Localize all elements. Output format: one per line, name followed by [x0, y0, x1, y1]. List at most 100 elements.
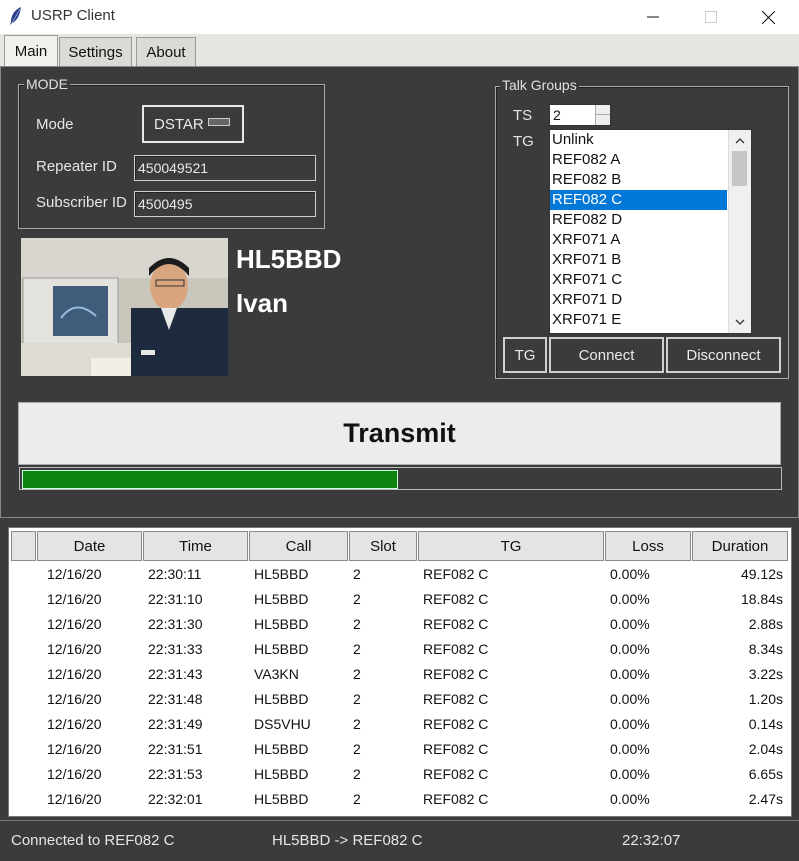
table-cell-time: 22:31:43 — [148, 666, 203, 682]
ts-value: 2 — [553, 107, 561, 123]
table-cell-tg: REF082 C — [423, 566, 489, 582]
table-cell-loss: 0.00% — [610, 591, 650, 607]
table-cell-duration: 0.14s — [748, 716, 783, 732]
minimize-button[interactable] — [630, 0, 676, 34]
table-cell-tg: REF082 C — [423, 691, 489, 707]
table-row[interactable] — [10, 637, 789, 662]
spinbox-arrows[interactable] — [595, 105, 610, 125]
table-cell-date: 12/16/20 — [47, 791, 102, 807]
maximize-button[interactable] — [688, 0, 734, 34]
table-cell-slot: 2 — [353, 716, 361, 732]
scroll-up-icon — [735, 138, 745, 144]
connect-button[interactable]: Connect — [549, 337, 664, 373]
table-row[interactable] — [10, 687, 789, 712]
tg-scroll-thumb[interactable] — [732, 151, 747, 186]
table-cell-call: HL5BBD — [254, 641, 309, 657]
table-cell-date: 12/16/20 — [47, 666, 102, 682]
tg-list-item[interactable]: REF082 A — [550, 150, 727, 170]
table-cell-slot: 2 — [353, 616, 361, 632]
tg-scrollbar[interactable] — [728, 130, 751, 333]
table-cell-tg: REF082 C — [423, 666, 489, 682]
table-cell-duration: 18.84s — [740, 591, 783, 607]
transmit-progress — [19, 467, 782, 490]
table-cell-time: 22:30:11 — [148, 566, 202, 582]
column-header-loss[interactable]: Loss — [605, 531, 691, 561]
profile-name: Ivan — [236, 288, 289, 318]
column-header-tg[interactable]: TG — [418, 531, 604, 561]
column-header-index[interactable] — [11, 531, 36, 561]
repeater-id-field[interactable]: 450049521 — [134, 155, 316, 181]
table-row[interactable] — [10, 787, 789, 812]
table-row[interactable] — [10, 662, 789, 687]
table-cell-duration: 49.12s — [740, 566, 783, 582]
transmit-progress-fill — [22, 470, 398, 489]
table-cell-time: 22:31:30 — [148, 616, 203, 632]
table-cell-call: HL5BBD — [254, 566, 309, 582]
tg-list-item[interactable]: XRF071 A — [550, 230, 727, 250]
tab-settings[interactable]: Settings — [59, 37, 132, 66]
maximize-icon — [705, 11, 717, 23]
table-cell-duration: 2.47s — [748, 791, 783, 807]
table-cell-loss: 0.00% — [610, 566, 650, 582]
table-cell-duration: 2.88s — [748, 616, 783, 632]
profile-callsign: HL5BBD — [236, 244, 342, 274]
column-header-slot[interactable]: Slot — [349, 531, 417, 561]
table-cell-tg: REF082 C — [423, 641, 489, 657]
table-cell-date: 12/16/20 — [47, 641, 102, 657]
tg-list-item[interactable]: Unlink — [550, 130, 727, 150]
disconnect-button[interactable]: Disconnect — [666, 337, 781, 373]
table-cell-call: HL5BBD — [254, 591, 309, 607]
transmit-button[interactable]: Transmit — [18, 402, 781, 465]
status-activity: HL5BBD -> REF082 C — [272, 832, 423, 849]
table-cell-call: HL5BBD — [254, 791, 309, 807]
table-row[interactable] — [10, 562, 789, 587]
tg-list-item[interactable]: XRF071 C — [550, 270, 727, 290]
tab-main[interactable]: Main — [4, 35, 58, 67]
table-cell-duration: 1.20s — [748, 691, 783, 707]
column-header-date[interactable]: Date — [37, 531, 142, 561]
table-cell-tg: REF082 C — [423, 741, 489, 757]
tg-list-item[interactable]: XRF071 B — [550, 250, 727, 270]
tg-label: TG — [513, 133, 534, 150]
subscriber-id-field[interactable]: 4500495 — [134, 191, 316, 217]
table-row[interactable] — [10, 712, 789, 737]
table-row[interactable] — [10, 612, 789, 637]
column-header-duration[interactable]: Duration — [692, 531, 788, 561]
table-row[interactable] — [10, 737, 789, 762]
tg-list-item[interactable]: REF082 C — [550, 190, 727, 210]
table-cell-loss: 0.00% — [610, 791, 650, 807]
tg-list-item[interactable]: XRF071 E — [550, 310, 727, 330]
table-cell-date: 12/16/20 — [47, 591, 102, 607]
table-cell-call: HL5BBD — [254, 691, 309, 707]
tg-listbox[interactable]: Unlink REF082 A REF082 B REF082 C REF082 D XR… — [549, 129, 752, 334]
table-cell-tg: REF082 C — [423, 616, 489, 632]
table-cell-loss: 0.00% — [610, 716, 650, 732]
tg-list-item[interactable]: XRF071 D — [550, 290, 727, 310]
profile-photo — [21, 238, 228, 376]
table-cell-date: 12/16/20 — [47, 716, 102, 732]
table-cell-loss: 0.00% — [610, 741, 650, 757]
table-cell-tg: REF082 C — [423, 591, 489, 607]
table-cell-call: HL5BBD — [254, 616, 309, 632]
table-cell-time: 22:31:48 — [148, 691, 203, 707]
table-cell-call: HL5BBD — [254, 741, 309, 757]
table-row[interactable] — [10, 762, 789, 787]
tg-list-item[interactable]: REF082 B — [550, 170, 727, 190]
table-cell-tg: REF082 C — [423, 766, 489, 782]
close-button[interactable] — [745, 0, 791, 34]
tab-about[interactable]: About — [136, 37, 196, 66]
table-row[interactable] — [10, 587, 789, 612]
ts-label: TS — [513, 107, 533, 124]
column-header-call[interactable]: Call — [249, 531, 348, 561]
table-cell-time: 22:31:53 — [148, 766, 203, 782]
column-header-time[interactable]: Time — [143, 531, 248, 561]
table-cell-time: 22:31:51 — [148, 741, 203, 757]
table-cell-slot: 2 — [353, 691, 361, 707]
tg-button[interactable]: TG — [503, 337, 547, 373]
ts-spinbox[interactable]: 2 — [549, 104, 611, 126]
mode-dropdown[interactable]: DSTAR — [142, 105, 244, 143]
table-cell-time: 22:31:33 — [148, 641, 203, 657]
table-cell-call: DS5VHU — [254, 716, 311, 732]
tg-list-item[interactable]: REF082 D — [550, 210, 727, 230]
table-cell-duration: 8.34s — [748, 641, 783, 657]
